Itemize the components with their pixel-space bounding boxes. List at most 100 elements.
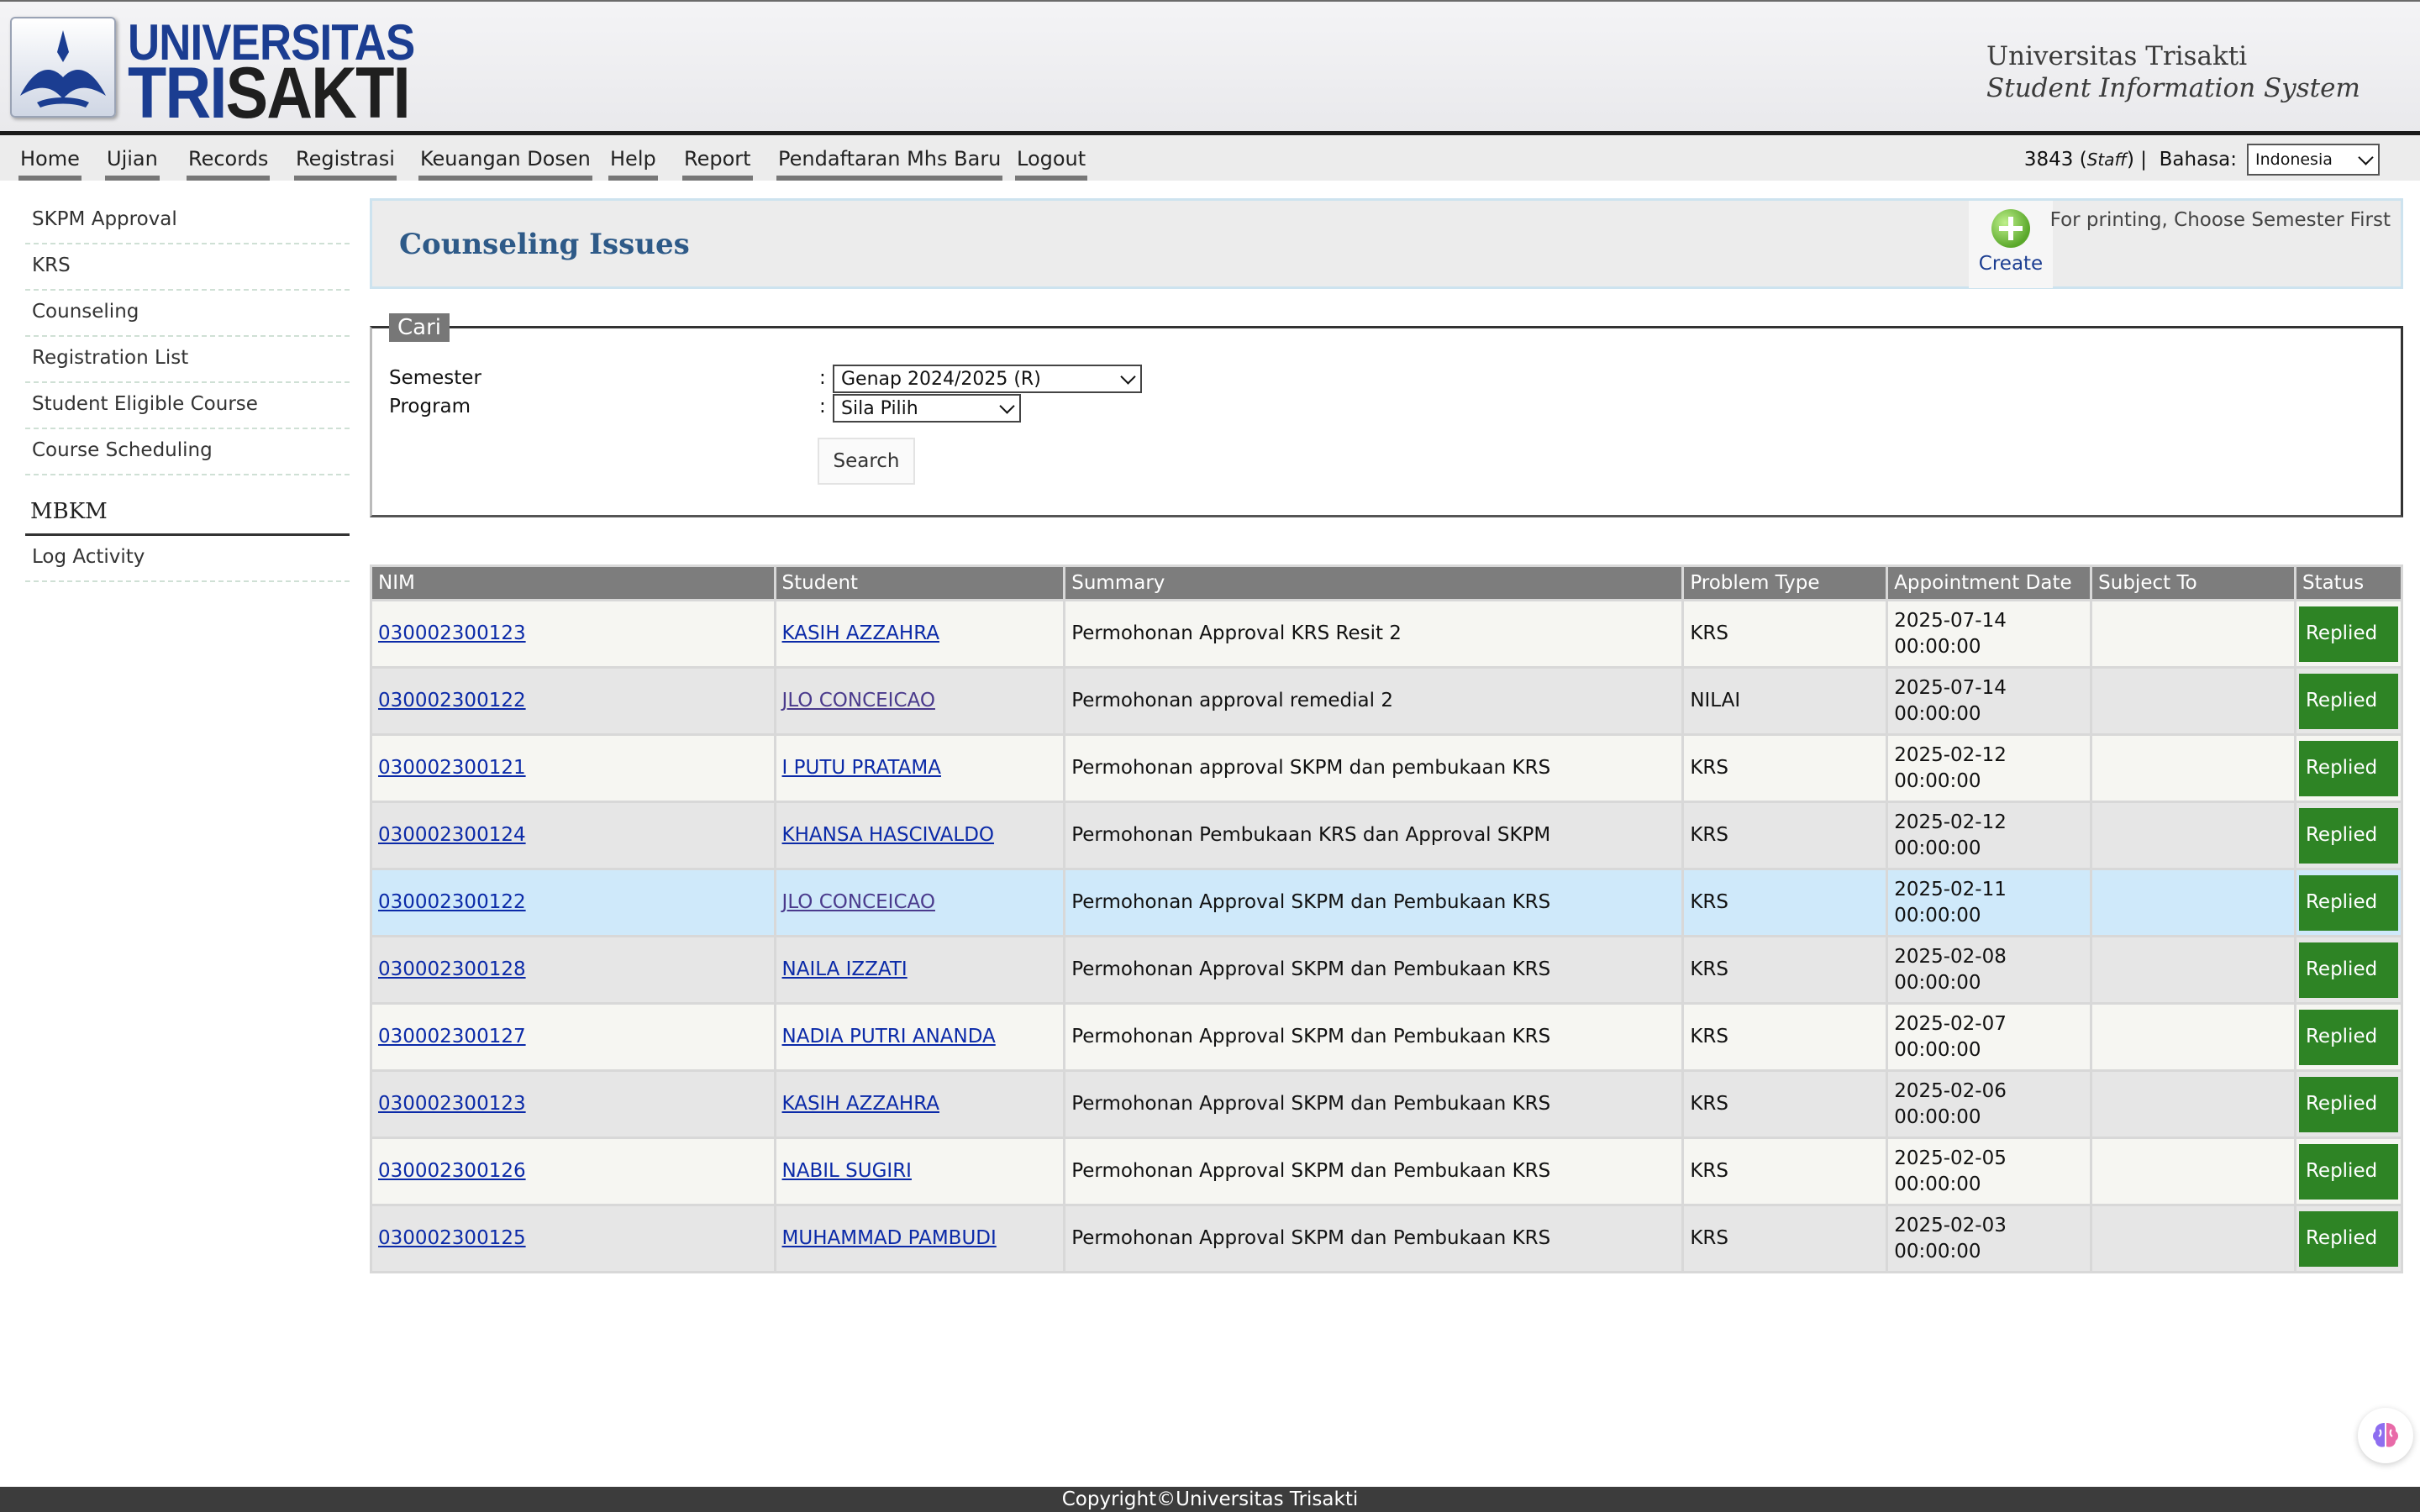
nav-records[interactable]: Records bbox=[187, 145, 271, 181]
chevron-down-icon bbox=[2358, 149, 2374, 165]
sidebar-item-log-activity[interactable]: Log Activity bbox=[25, 536, 350, 582]
student-link[interactable]: JLO CONCEICAO bbox=[782, 690, 935, 711]
table-row[interactable]: 030002300124 KHANSA HASCIVALDO Permohona… bbox=[372, 803, 2401, 868]
sidebar-item-counseling[interactable]: Counseling bbox=[25, 291, 350, 337]
table-row[interactable]: 030002300126 NABIL SUGIRI Permohonan App… bbox=[372, 1139, 2401, 1204]
search-button[interactable]: Search bbox=[818, 438, 915, 485]
nim-link[interactable]: 030002300125 bbox=[378, 1227, 526, 1249]
subject-to-cell bbox=[2092, 937, 2294, 1002]
student-link[interactable]: NABIL SUGIRI bbox=[782, 1160, 912, 1182]
student-cell: I PUTU PRATAMA bbox=[776, 736, 1064, 801]
user-area: 3843 (Staff) | Bahasa: Indonesia bbox=[2024, 144, 2380, 176]
sidebar-item-course-scheduling[interactable]: Course Scheduling bbox=[25, 429, 350, 475]
appointment-date: 2025-07-14 bbox=[1894, 676, 2007, 699]
appointment-time: 00:00:00 bbox=[1894, 1240, 1981, 1263]
site-header: UNIVERSITAS TRISAKTI Universitas Trisakt… bbox=[0, 0, 2420, 135]
table-row[interactable]: 030002300127 NADIA PUTRI ANANDA Permohon… bbox=[372, 1005, 2401, 1069]
search-legend: Cari bbox=[389, 313, 450, 342]
nim-link[interactable]: 030002300122 bbox=[378, 891, 526, 913]
appointment-date-cell: 2025-07-14 00:00:00 bbox=[1888, 601, 2091, 666]
nim-link[interactable]: 030002300127 bbox=[378, 1026, 526, 1047]
column-header-subject-to[interactable]: Subject To bbox=[2092, 567, 2294, 599]
status-cell: Replied bbox=[2296, 1072, 2401, 1137]
nav-pendaftaran-label: Pendaftaran Mhs Baru bbox=[778, 147, 1002, 171]
nim-cell: 030002300128 bbox=[372, 937, 774, 1002]
table-row[interactable]: 030002300123 KASIH AZZAHRA Permohonan Ap… bbox=[372, 1072, 2401, 1137]
sidebar-item-student-eligible-course[interactable]: Student Eligible Course bbox=[25, 383, 350, 429]
nav-keuangan-dosen[interactable]: Keuangan Dosen bbox=[418, 145, 592, 181]
nav-help-label: Help bbox=[610, 147, 656, 171]
nav-report[interactable]: Report bbox=[682, 145, 753, 181]
table-row[interactable]: 030002300122 JLO CONCEICAO Permohonan Ap… bbox=[372, 870, 2401, 935]
column-header-nim[interactable]: NIM bbox=[372, 567, 774, 599]
nav-records-label: Records bbox=[188, 147, 269, 171]
summary-cell: Permohonan Approval SKPM dan Pembukaan K… bbox=[1065, 1206, 1682, 1271]
status-badge: Replied bbox=[2298, 874, 2398, 931]
language-select[interactable]: Indonesia bbox=[2247, 144, 2380, 176]
nav-help[interactable]: Help bbox=[608, 145, 658, 181]
summary-cell: Permohonan Approval SKPM dan Pembukaan K… bbox=[1065, 1072, 1682, 1137]
nav-pendaftaran-mhs-baru[interactable]: Pendaftaran Mhs Baru bbox=[776, 145, 1003, 181]
student-cell: KASIH AZZAHRA bbox=[776, 1072, 1064, 1137]
table-row[interactable]: 030002300128 NAILA IZZATI Permohonan App… bbox=[372, 937, 2401, 1002]
column-header-appointment-date[interactable]: Appointment Date bbox=[1888, 567, 2091, 599]
appointment-date-cell: 2025-02-11 00:00:00 bbox=[1888, 870, 2091, 935]
program-label: Program bbox=[389, 396, 471, 417]
nim-link[interactable]: 030002300122 bbox=[378, 690, 526, 711]
student-link[interactable]: I PUTU PRATAMA bbox=[782, 757, 941, 779]
table-row[interactable]: 030002300122 JLO CONCEICAO Permohonan ap… bbox=[372, 669, 2401, 733]
nim-link[interactable]: 030002300128 bbox=[378, 958, 526, 980]
table-row[interactable]: 030002300125 MUHAMMAD PAMBUDI Permohonan… bbox=[372, 1206, 2401, 1271]
appointment-time: 00:00:00 bbox=[1894, 1105, 1981, 1128]
assistant-button[interactable] bbox=[2358, 1408, 2413, 1463]
status-badge: Replied bbox=[2298, 606, 2398, 662]
table-row[interactable]: 030002300123 KASIH AZZAHRA Permohonan Ap… bbox=[372, 601, 2401, 666]
student-link[interactable]: KASIH AZZAHRA bbox=[782, 1093, 939, 1115]
column-header-problem-type[interactable]: Problem Type bbox=[1684, 567, 1886, 599]
program-select[interactable]: Sila Pilih bbox=[833, 394, 1021, 423]
nim-cell: 030002300124 bbox=[372, 803, 774, 868]
appointment-date: 2025-02-12 bbox=[1894, 743, 2007, 766]
sidebar-item-krs[interactable]: KRS bbox=[25, 244, 350, 291]
subject-to-cell bbox=[2092, 736, 2294, 801]
student-link[interactable]: KASIH AZZAHRA bbox=[782, 622, 939, 644]
problem-type-cell: KRS bbox=[1684, 1139, 1886, 1204]
appointment-time: 00:00:00 bbox=[1894, 702, 1981, 725]
nav-registrasi[interactable]: Registrasi bbox=[294, 145, 397, 181]
problem-type-cell: KRS bbox=[1684, 870, 1886, 935]
language-label: Bahasa: bbox=[2159, 149, 2237, 171]
nim-link[interactable]: 030002300123 bbox=[378, 622, 526, 644]
nim-cell: 030002300122 bbox=[372, 669, 774, 733]
nav-logout[interactable]: Logout bbox=[1015, 145, 1088, 181]
student-link[interactable]: NADIA PUTRI ANANDA bbox=[782, 1026, 996, 1047]
nim-link[interactable]: 030002300126 bbox=[378, 1160, 526, 1182]
column-header-summary[interactable]: Summary bbox=[1065, 567, 1682, 599]
student-cell: MUHAMMAD PAMBUDI bbox=[776, 1206, 1064, 1271]
student-link[interactable]: KHANSA HASCIVALDO bbox=[782, 824, 994, 846]
subject-to-cell bbox=[2092, 669, 2294, 733]
university-logo[interactable]: UNIVERSITAS TRISAKTI bbox=[10, 14, 415, 134]
status-cell: Replied bbox=[2296, 870, 2401, 935]
summary-cell: Permohonan Approval SKPM dan Pembukaan K… bbox=[1065, 1005, 1682, 1069]
status-cell: Replied bbox=[2296, 803, 2401, 868]
nav-ujian[interactable]: Ujian bbox=[105, 145, 160, 181]
student-link[interactable]: MUHAMMAD PAMBUDI bbox=[782, 1227, 997, 1249]
column-header-student[interactable]: Student bbox=[776, 567, 1064, 599]
create-button[interactable]: Create bbox=[1969, 201, 2053, 288]
status-badge: Replied bbox=[2298, 1076, 2398, 1132]
problem-type-cell: KRS bbox=[1684, 736, 1886, 801]
nim-link[interactable]: 030002300124 bbox=[378, 824, 526, 846]
column-header-status[interactable]: Status bbox=[2296, 567, 2401, 599]
table-row[interactable]: 030002300121 I PUTU PRATAMA Permohonan a… bbox=[372, 736, 2401, 801]
semester-select[interactable]: Genap 2024/2025 (R) bbox=[833, 365, 1142, 393]
student-link[interactable]: JLO CONCEICAO bbox=[782, 891, 935, 913]
nav-keuangan-dosen-label: Keuangan Dosen bbox=[420, 147, 591, 171]
status-cell: Replied bbox=[2296, 669, 2401, 733]
sidebar-item-skpm-approval[interactable]: SKPM Approval bbox=[25, 198, 350, 244]
sidebar-item-registration-list[interactable]: Registration List bbox=[25, 337, 350, 383]
nav-home[interactable]: Home bbox=[18, 145, 82, 181]
student-link[interactable]: NAILA IZZATI bbox=[782, 958, 908, 980]
nim-link[interactable]: 030002300121 bbox=[378, 757, 526, 779]
chevron-down-icon bbox=[999, 397, 1015, 414]
nim-link[interactable]: 030002300123 bbox=[378, 1093, 526, 1115]
